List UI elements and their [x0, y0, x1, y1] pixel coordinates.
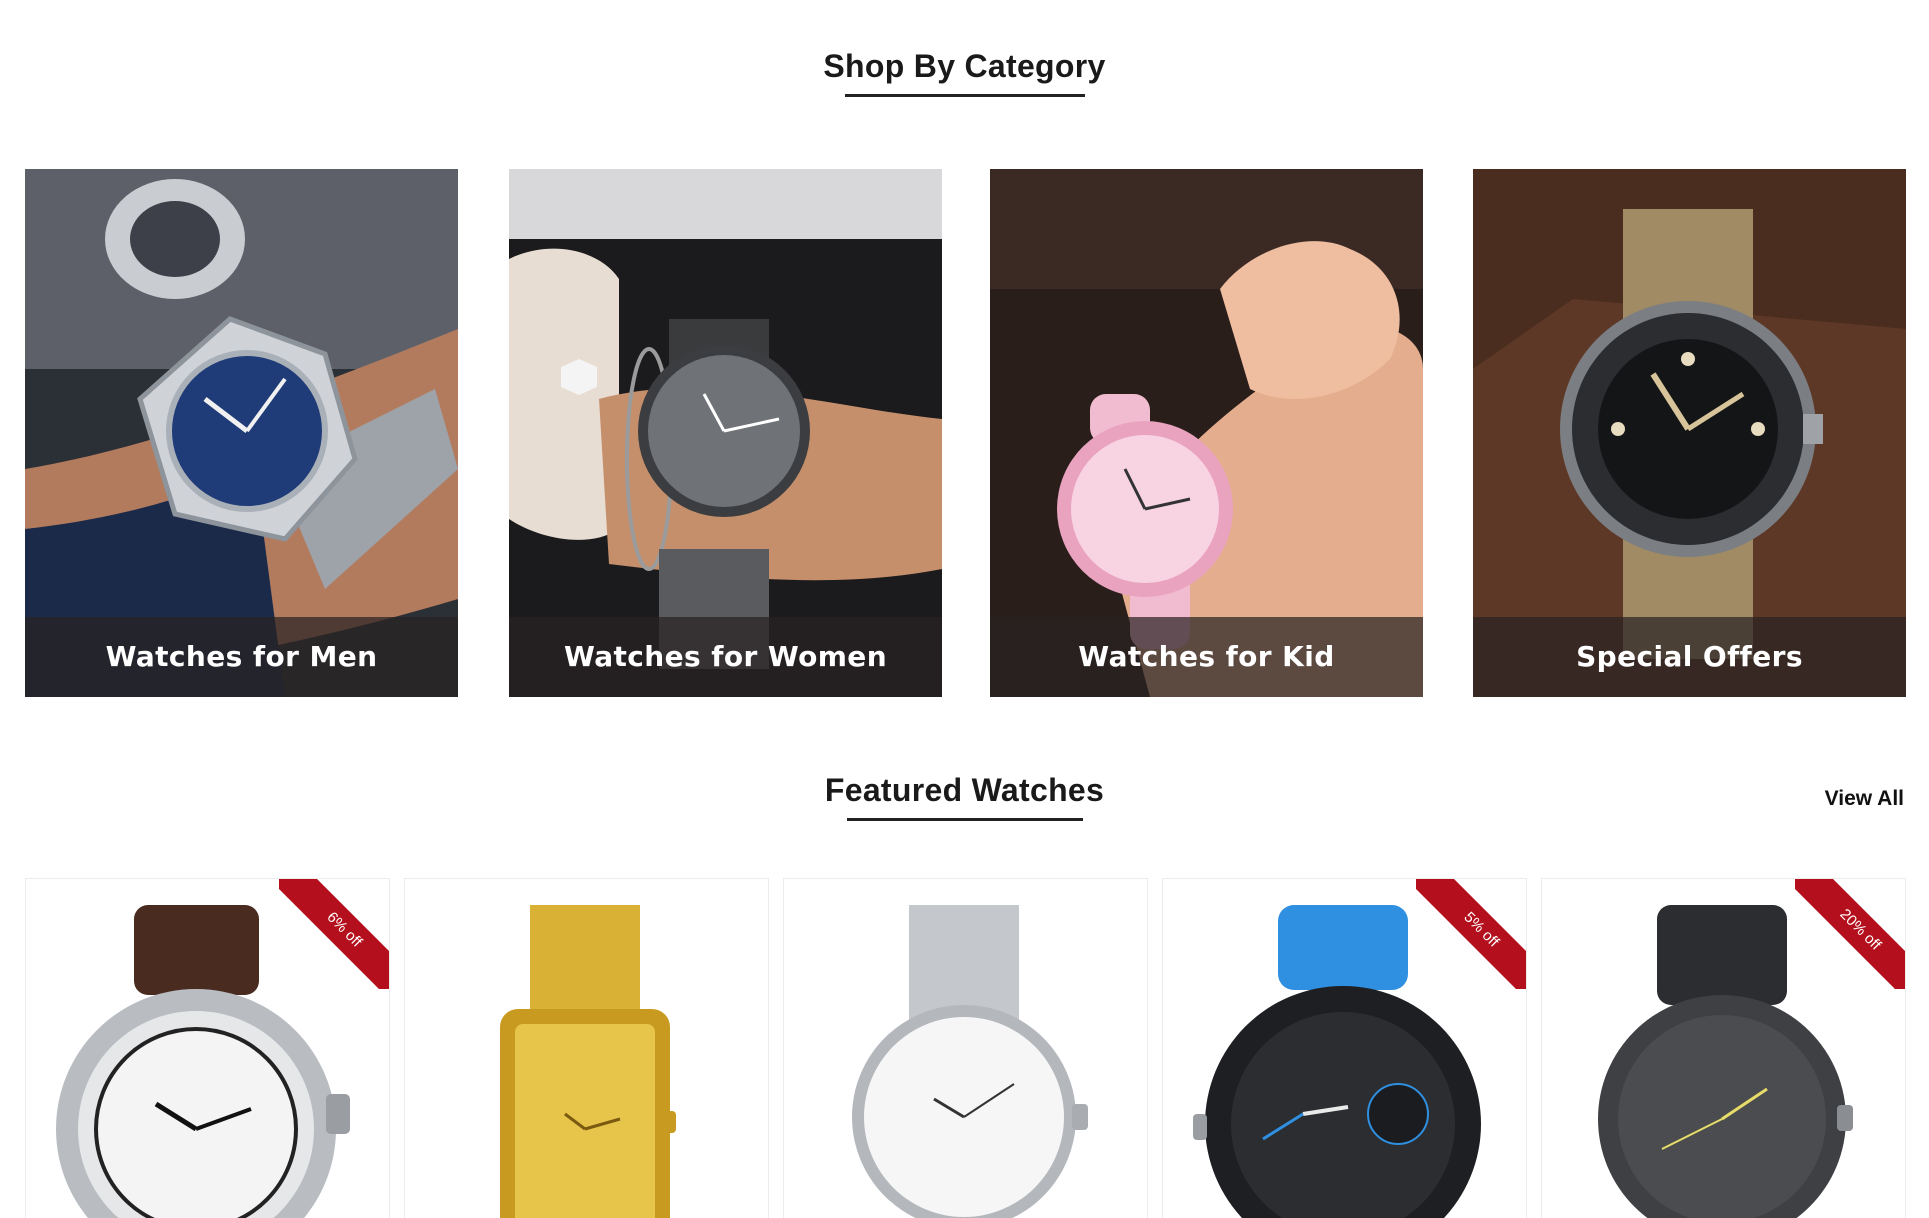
product-card[interactable] — [404, 878, 769, 1218]
discount-badge: 20% off — [1795, 879, 1905, 989]
page: Shop By Category Watches for Men Watches… — [0, 0, 1929, 1218]
category-label-special-offers: Special Offers — [1576, 640, 1803, 673]
category-label-women: Watches for Women — [563, 640, 888, 673]
shop-by-category-underline — [845, 94, 1085, 97]
category-label-men: Watches for Men — [105, 640, 378, 673]
discount-badge: 5% off — [1416, 879, 1526, 989]
category-tile-kid[interactable]: Watches for Kid — [990, 169, 1423, 697]
category-tile-women[interactable]: Watches for Women — [509, 169, 942, 697]
product-card[interactable]: 6% off — [25, 878, 390, 1218]
discount-badge-label: 6% off — [279, 879, 389, 989]
discount-badge: 6% off — [279, 879, 389, 989]
featured-watches-underline — [847, 818, 1083, 821]
featured-watches-title: Featured Watches — [824, 772, 1105, 808]
view-all-link[interactable]: View All — [1825, 787, 1904, 811]
product-image-sonata-gold — [500, 905, 676, 1218]
product-image-sonata-silver — [852, 905, 1088, 1218]
category-tile-men[interactable]: Watches for Men — [25, 169, 458, 697]
category-label-kid: Watches for Kid — [1078, 640, 1335, 673]
product-card[interactable]: 20% off — [1541, 878, 1906, 1218]
product-card[interactable]: 5% off — [1162, 878, 1527, 1218]
shop-by-category-title: Shop By Category — [823, 48, 1106, 84]
product-card[interactable] — [783, 878, 1148, 1218]
discount-badge-label: 20% off — [1795, 879, 1905, 989]
category-tile-special-offers[interactable]: Special Offers — [1473, 169, 1906, 697]
discount-badge-label: 5% off — [1416, 879, 1526, 989]
